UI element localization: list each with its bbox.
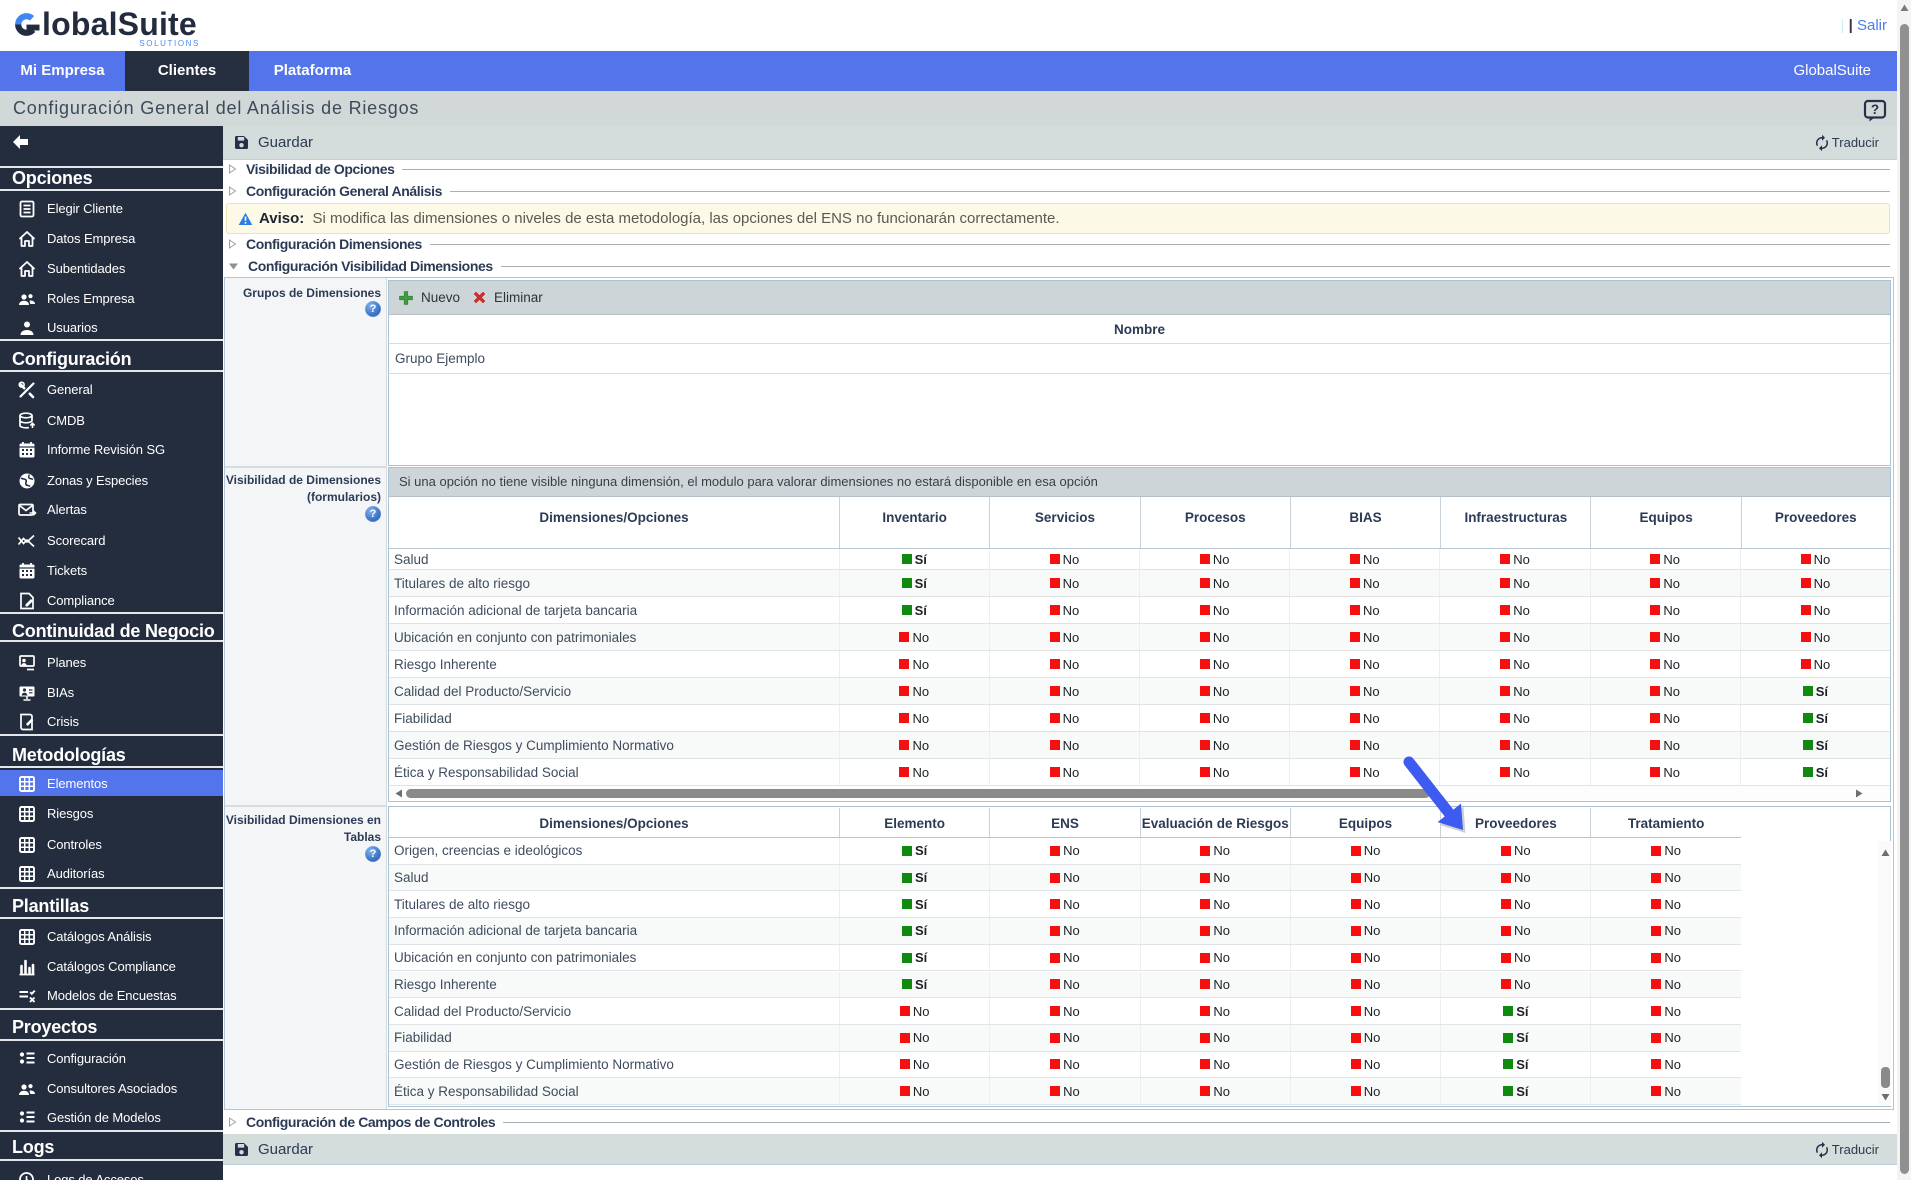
- svg-text:?: ?: [1871, 102, 1879, 117]
